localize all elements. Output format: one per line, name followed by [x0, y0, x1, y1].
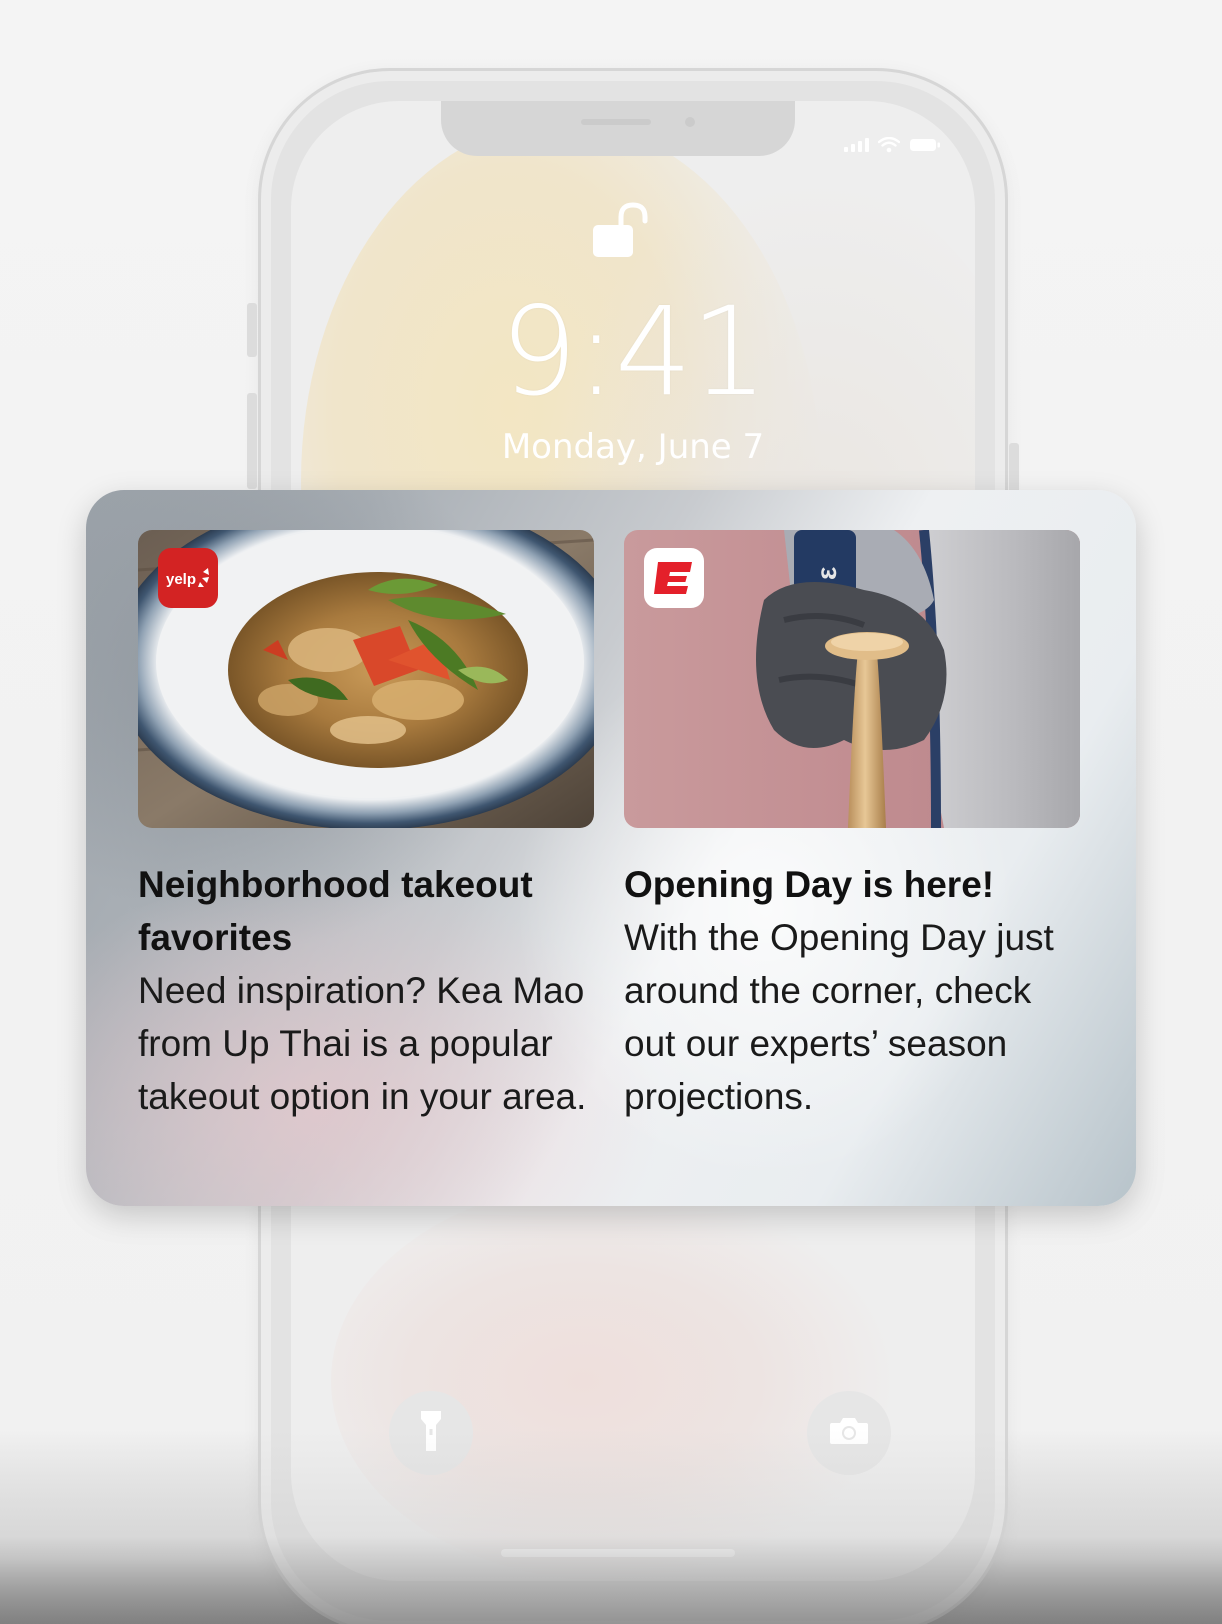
wallpaper-shape — [331, 1181, 891, 1581]
battery-icon — [909, 137, 941, 153]
status-bar — [844, 137, 941, 153]
lock-screen-time: 9:41 — [500, 281, 768, 423]
svg-text:ε: ε — [811, 567, 842, 580]
volume-up-button — [247, 393, 257, 489]
flashlight-button[interactable] — [389, 1391, 473, 1475]
unlocked-padlock-icon — [591, 201, 661, 261]
notch — [441, 101, 795, 156]
yelp-logo-text: yelp — [166, 571, 196, 588]
earpiece-speaker — [581, 119, 651, 125]
notification-yelp[interactable]: yelp Neighborhood takeout favorites Need… — [138, 530, 594, 1123]
front-camera — [685, 117, 695, 127]
flashlight-icon — [419, 1409, 443, 1458]
mute-switch — [247, 303, 257, 357]
notification-title: Opening Day is here! — [624, 864, 995, 905]
camera-button[interactable] — [807, 1391, 891, 1475]
notification-body: With the Opening Day just around the cor… — [624, 917, 1054, 1117]
notification-body: Need inspiration? Kea Mao from Up Thai i… — [138, 970, 587, 1117]
notification-summary-card[interactable]: yelp Neighborhood takeout favorites Need… — [86, 490, 1136, 1206]
wifi-icon — [878, 137, 900, 153]
plate-of-noodles-image: yelp — [138, 530, 594, 828]
baseball-bat-grip-image: ε — [624, 530, 1080, 828]
espn-app-icon — [644, 548, 704, 608]
stage: 9:41 Monday, June 7 yelp Neighborhood ta… — [0, 0, 1222, 1624]
notification-title: Neighborhood takeout favorites — [138, 864, 533, 958]
notification-espn[interactable]: ε Opening Day is here! With the Opening … — [624, 530, 1080, 1123]
cellular-signal-icon — [844, 138, 869, 152]
lock-screen-date: Monday, June 7 — [501, 427, 765, 467]
yelp-app-icon: yelp — [158, 548, 218, 608]
camera-icon — [829, 1416, 869, 1451]
home-indicator[interactable] — [501, 1549, 735, 1557]
